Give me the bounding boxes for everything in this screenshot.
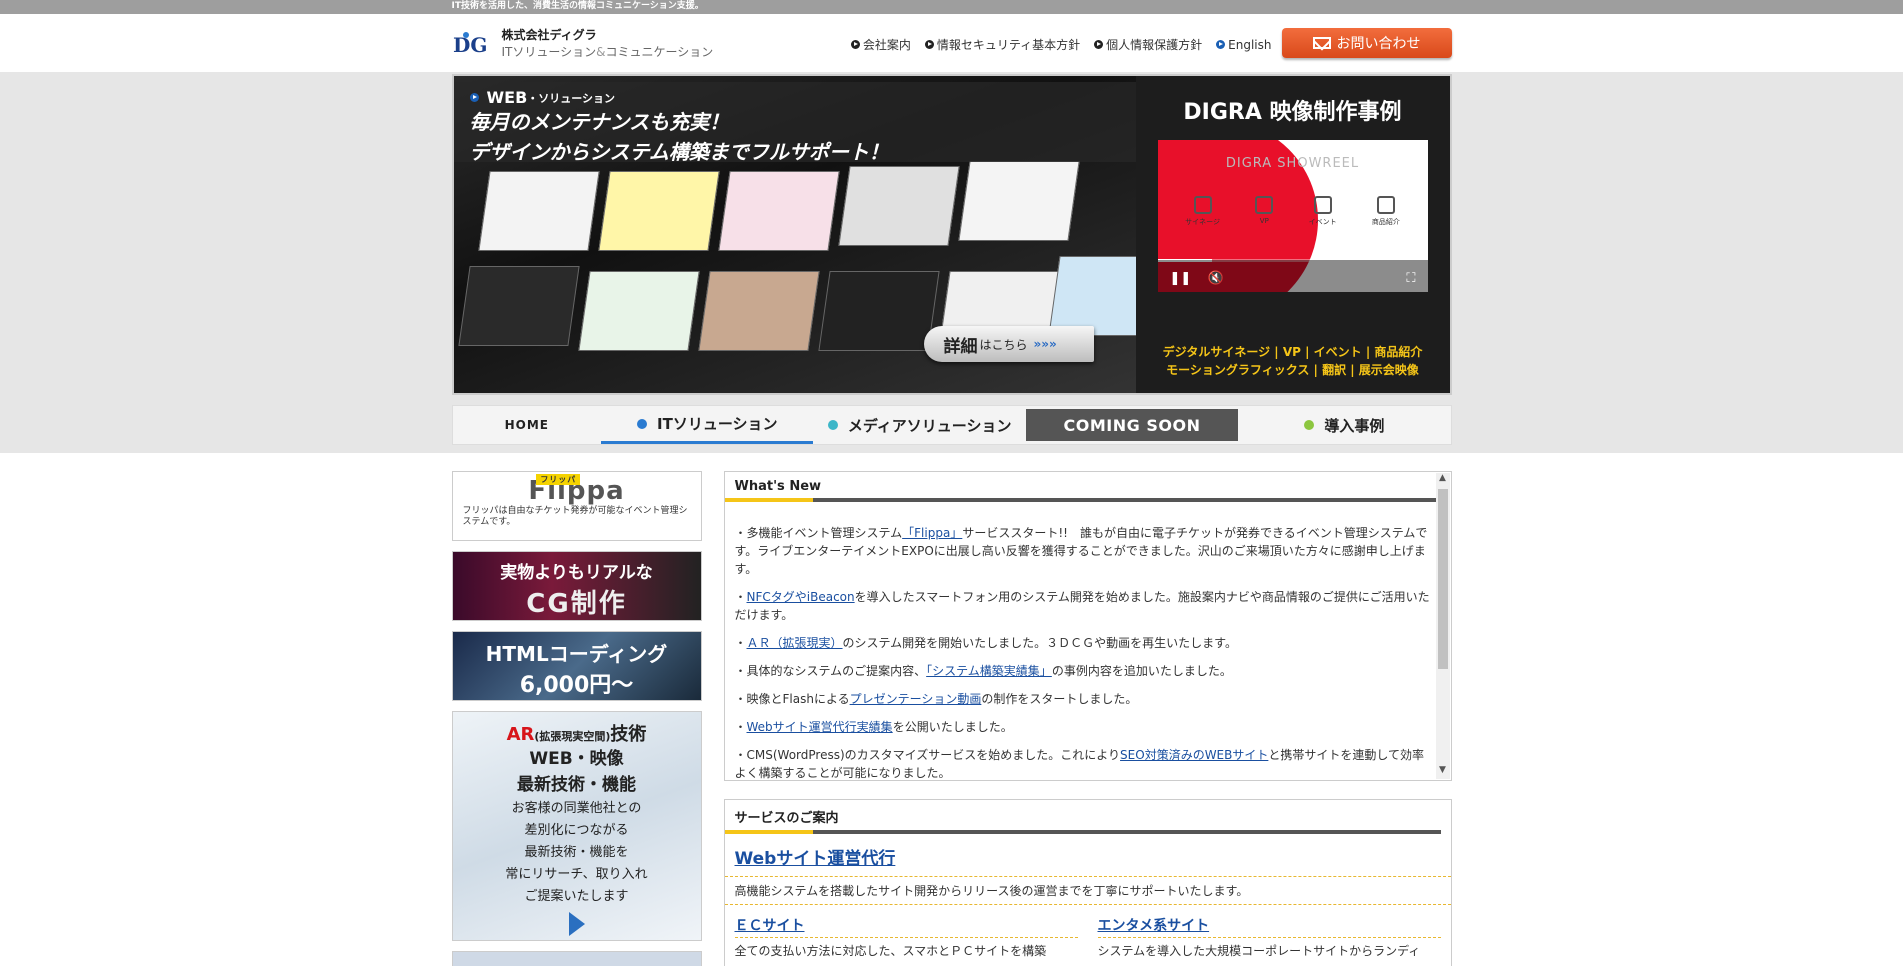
service-web-operation-desc: 高機能システムを搭載したサイト開発からリリース後の運営までを丁寧にサポートいたし… [724,876,1451,905]
hero-slider: WEB ・ソリューション 毎月のメンテナンスも充実！ デザインからシステム構築まで… [451,74,1452,395]
flippa-logo: フリッパ Flippa [528,474,625,506]
news-link[interactable]: 「Flippa」 [902,526,962,540]
header-nav: 会社案内 情報セキュリティ基本方針 個人情報保護方針 English [850,36,1272,53]
bullet-arrow-icon [850,40,860,49]
nav-privacy-policy-link[interactable]: 個人情報保護方針 [1094,36,1202,53]
hero-web-solution-slide[interactable]: WEB ・ソリューション 毎月のメンテナンスも充実！ デザインからシステム構築まで… [453,76,1136,393]
device-icon [1376,196,1395,214]
hero-band: WEB ・ソリューション 毎月のメンテナンスも充実！ デザインからシステム構築まで… [0,72,1903,453]
news-scrollbar[interactable]: ▲ ▼ [1435,473,1450,779]
bullet-arrow-icon [469,93,479,102]
building-icon [1255,196,1274,214]
news-item: ・NFCタグやiBeaconを導入したスマートフォン用のシステム開発を始めました… [734,590,1430,622]
video-inner-title: DIGRA SHOWREEL [1225,156,1360,171]
hero-category: WEB [486,88,528,107]
pause-icon[interactable]: ❚❚ [1170,271,1192,286]
next-banner[interactable] [451,951,702,966]
bullet-arrow-icon [1216,40,1226,49]
news-item: ・具体的なシステムのご提案内容、「システム構築実績集」の事例内容を追加いたしまし… [734,664,1232,678]
service-entertainment-desc: システムを導入した大規模コーポレートサイトからランディ [1097,944,1421,958]
double-arrow-icon: »»» [1033,337,1057,351]
nav-english-link[interactable]: English [1216,36,1272,53]
scroll-down-icon[interactable]: ▼ [1436,765,1450,779]
news-item: ・Webサイト運営代行実績集を公開いたしました。 [734,720,1013,734]
sidebar: フリッパ Flippa フリッパは自由なチケット発券が可能なイベント管理システムで… [451,471,702,966]
mail-icon [1312,37,1331,49]
gnav-home[interactable]: HOME [453,406,602,444]
nav-dot-icon [1304,420,1315,430]
flippa-description: フリッパは自由なチケット発券が可能なイベント管理システムです。 [462,506,688,527]
video-showcase: DIGRA 映像制作事例 DIGRA SHOWREEL サイネージ VP イベン… [1135,76,1450,393]
service-entertainment-link[interactable]: エンタメ系サイト [1097,915,1441,938]
contact-button[interactable]: お問い合わせ [1281,28,1452,58]
hero-line-1: 毎月のメンテナンスも充実！ [469,110,730,134]
bullet-arrow-icon [1094,40,1104,49]
hero-heading: WEB ・ソリューション 毎月のメンテナンスも充実！ デザインからシステム構築まで… [453,82,1136,164]
news-link[interactable]: SEO対策済みのWEBサイト [1120,748,1268,762]
top-bar-text: IT技術を活用した、消費生活の情報コミュニケーション支援。 [451,1,704,11]
news-link[interactable]: Webサイト運営代行実績集 [747,720,893,734]
nav-dot-icon [637,418,648,429]
flippa-banner[interactable]: フリッパ Flippa フリッパは自由なチケット発券が可能なイベント管理システムで… [451,471,702,541]
services-title: サービスのご案内 [724,800,1441,834]
arrow-right-icon [568,912,585,936]
gnav-media-solution[interactable]: メディアソリューション [813,406,1025,444]
svg-text:DG: DG [453,33,487,56]
signage-icon [1193,196,1212,214]
header: DG 株式会社ディグラ ITソリューション&コミュニケーション 会社案内 情報セ… [0,14,1903,72]
service-ec-site-link[interactable]: ＥＣサイト [734,915,1078,938]
main-area: フリッパ Flippa フリッパは自由なチケット発券が可能なイベント管理システムで… [451,471,1452,966]
gnav-coming-soon[interactable]: COMING SOON [1025,409,1239,441]
hero-detail-button[interactable]: 詳細 はこちら»»» [923,326,1094,362]
company-name: 株式会社ディグラ [501,28,597,42]
video-showcase-title: DIGRA 映像制作事例 [1183,100,1402,125]
whats-new-title: What's New [724,472,1441,502]
video-player[interactable]: DIGRA SHOWREEL サイネージ VP イベント 商品紹介 ❚❚ 🔇 ⛶ [1157,140,1428,292]
company-logo[interactable]: DG 株式会社ディグラ ITソリューション&コミュニケーション [452,26,714,60]
whats-new-box: What's New ・多機能イベント管理システム「Flippa」サービススター… [723,471,1452,781]
people-icon [1313,196,1332,214]
news-item: ・ＡＲ（拡張現実）のシステム開発を開始いたしました。３ＤＣＧや動画を再生いたしま… [734,636,1237,650]
content: What's New ・多機能イベント管理システム「Flippa」サービススター… [723,471,1452,966]
news-item: ・多機能イベント管理システム「Flippa」サービススタート!! 誰もが自由に電… [734,526,1428,576]
html-coding-banner[interactable]: HTMLコーディング 6,000円～ [451,631,702,701]
scroll-thumb[interactable] [1437,489,1448,669]
nav-company-link[interactable]: 会社案内 [850,36,911,53]
bullet-arrow-icon [924,40,934,49]
news-link[interactable]: プレゼンテーション動画 [850,692,982,706]
nav-security-policy-link[interactable]: 情報セキュリティ基本方針 [924,36,1080,53]
video-tags: デジタルサイネージ | VP | イベント | 商品紹介 モーショングラフィック… [1162,345,1423,377]
video-category-icons: サイネージ VP イベント 商品紹介 [1168,196,1418,227]
news-link[interactable]: ＡＲ（拡張現実） [747,636,843,650]
company-tagline: ITソリューション&コミュニケーション [501,45,714,59]
global-nav: HOME ITソリューション メディアソリューション COMING SOON 導… [451,405,1452,445]
nav-dot-icon [827,420,838,430]
news-item: ・CMS(WordPress)のカスタマイズサービスを始めました。これによりSE… [734,748,1425,780]
gnav-it-solution[interactable]: ITソリューション [601,406,814,444]
scroll-up-icon[interactable]: ▲ [1436,473,1450,487]
top-bar: IT技術を活用した、消費生活の情報コミュニケーション支援。 [0,0,1903,14]
gnav-cases[interactable]: 導入事例 [1238,406,1450,444]
ar-banner[interactable]: AR(拡張現実空間)技術 WEB・映像 最新技術・機能 お客様の同業他社との 差… [451,711,702,941]
service-ec-site-desc: 全ての支払い方法に対応した、スマホとＰＣサイトを構築 [734,944,1047,958]
fullscreen-icon[interactable]: ⛶ [1406,271,1415,286]
hero-line-2: デザインからシステム構築までフルサポート！ [469,140,889,164]
mute-icon[interactable]: 🔇 [1208,271,1224,286]
news-list: ・多機能イベント管理システム「Flippa」サービススタート!! 誰もが自由に電… [735,524,1433,780]
digra-logo-icon: DG [452,30,496,57]
cg-banner[interactable]: 実物よりもリアルな CG制作 [451,551,702,621]
services-box: サービスのご案内 Webサイト運営代行 高機能システムを搭載したサイト開発からリ… [723,799,1452,966]
news-link[interactable]: 「システム構築実績集」 [926,664,1052,678]
news-link[interactable]: NFCタグやiBeacon [747,590,855,604]
news-item: ・映像とFlashによるプレゼンテーション動画の制作をスタートしました。 [734,692,1138,706]
service-web-operation-link[interactable]: Webサイト運営代行 [735,849,896,869]
